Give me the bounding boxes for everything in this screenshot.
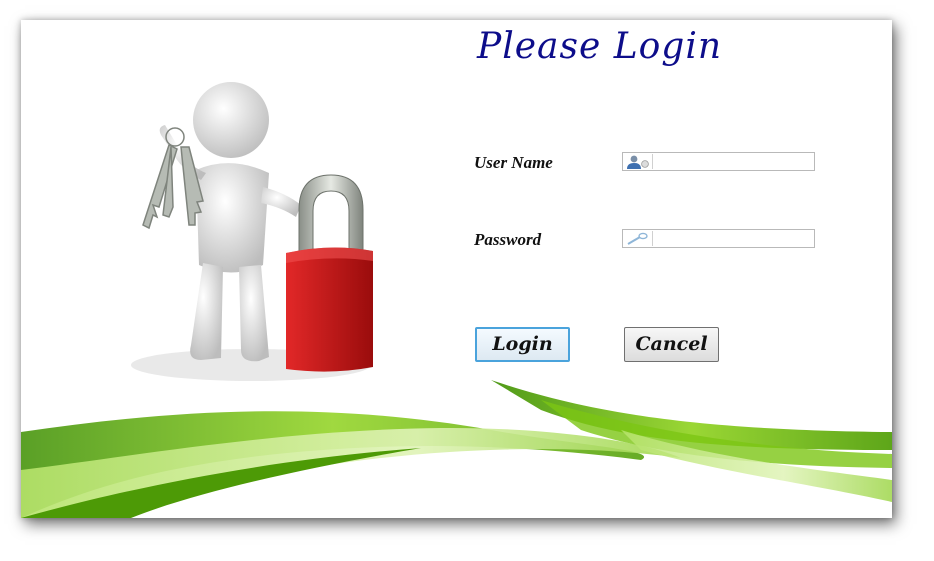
user-icon (627, 154, 653, 169)
username-label: User Name (474, 153, 553, 172)
password-field[interactable] (622, 229, 818, 248)
password-label: Password (474, 230, 542, 249)
login-window: Please Login User Name Password Login Ca… (21, 20, 892, 518)
page-title: Please Login (477, 26, 723, 67)
password-input[interactable] (654, 230, 818, 247)
key-icon (627, 231, 653, 246)
login-button[interactable]: Login (475, 327, 570, 362)
cancel-button[interactable]: Cancel (624, 327, 719, 362)
figure-with-keys-and-padlock-illustration (131, 82, 373, 381)
username-input[interactable] (654, 153, 818, 170)
username-field[interactable] (622, 152, 818, 171)
